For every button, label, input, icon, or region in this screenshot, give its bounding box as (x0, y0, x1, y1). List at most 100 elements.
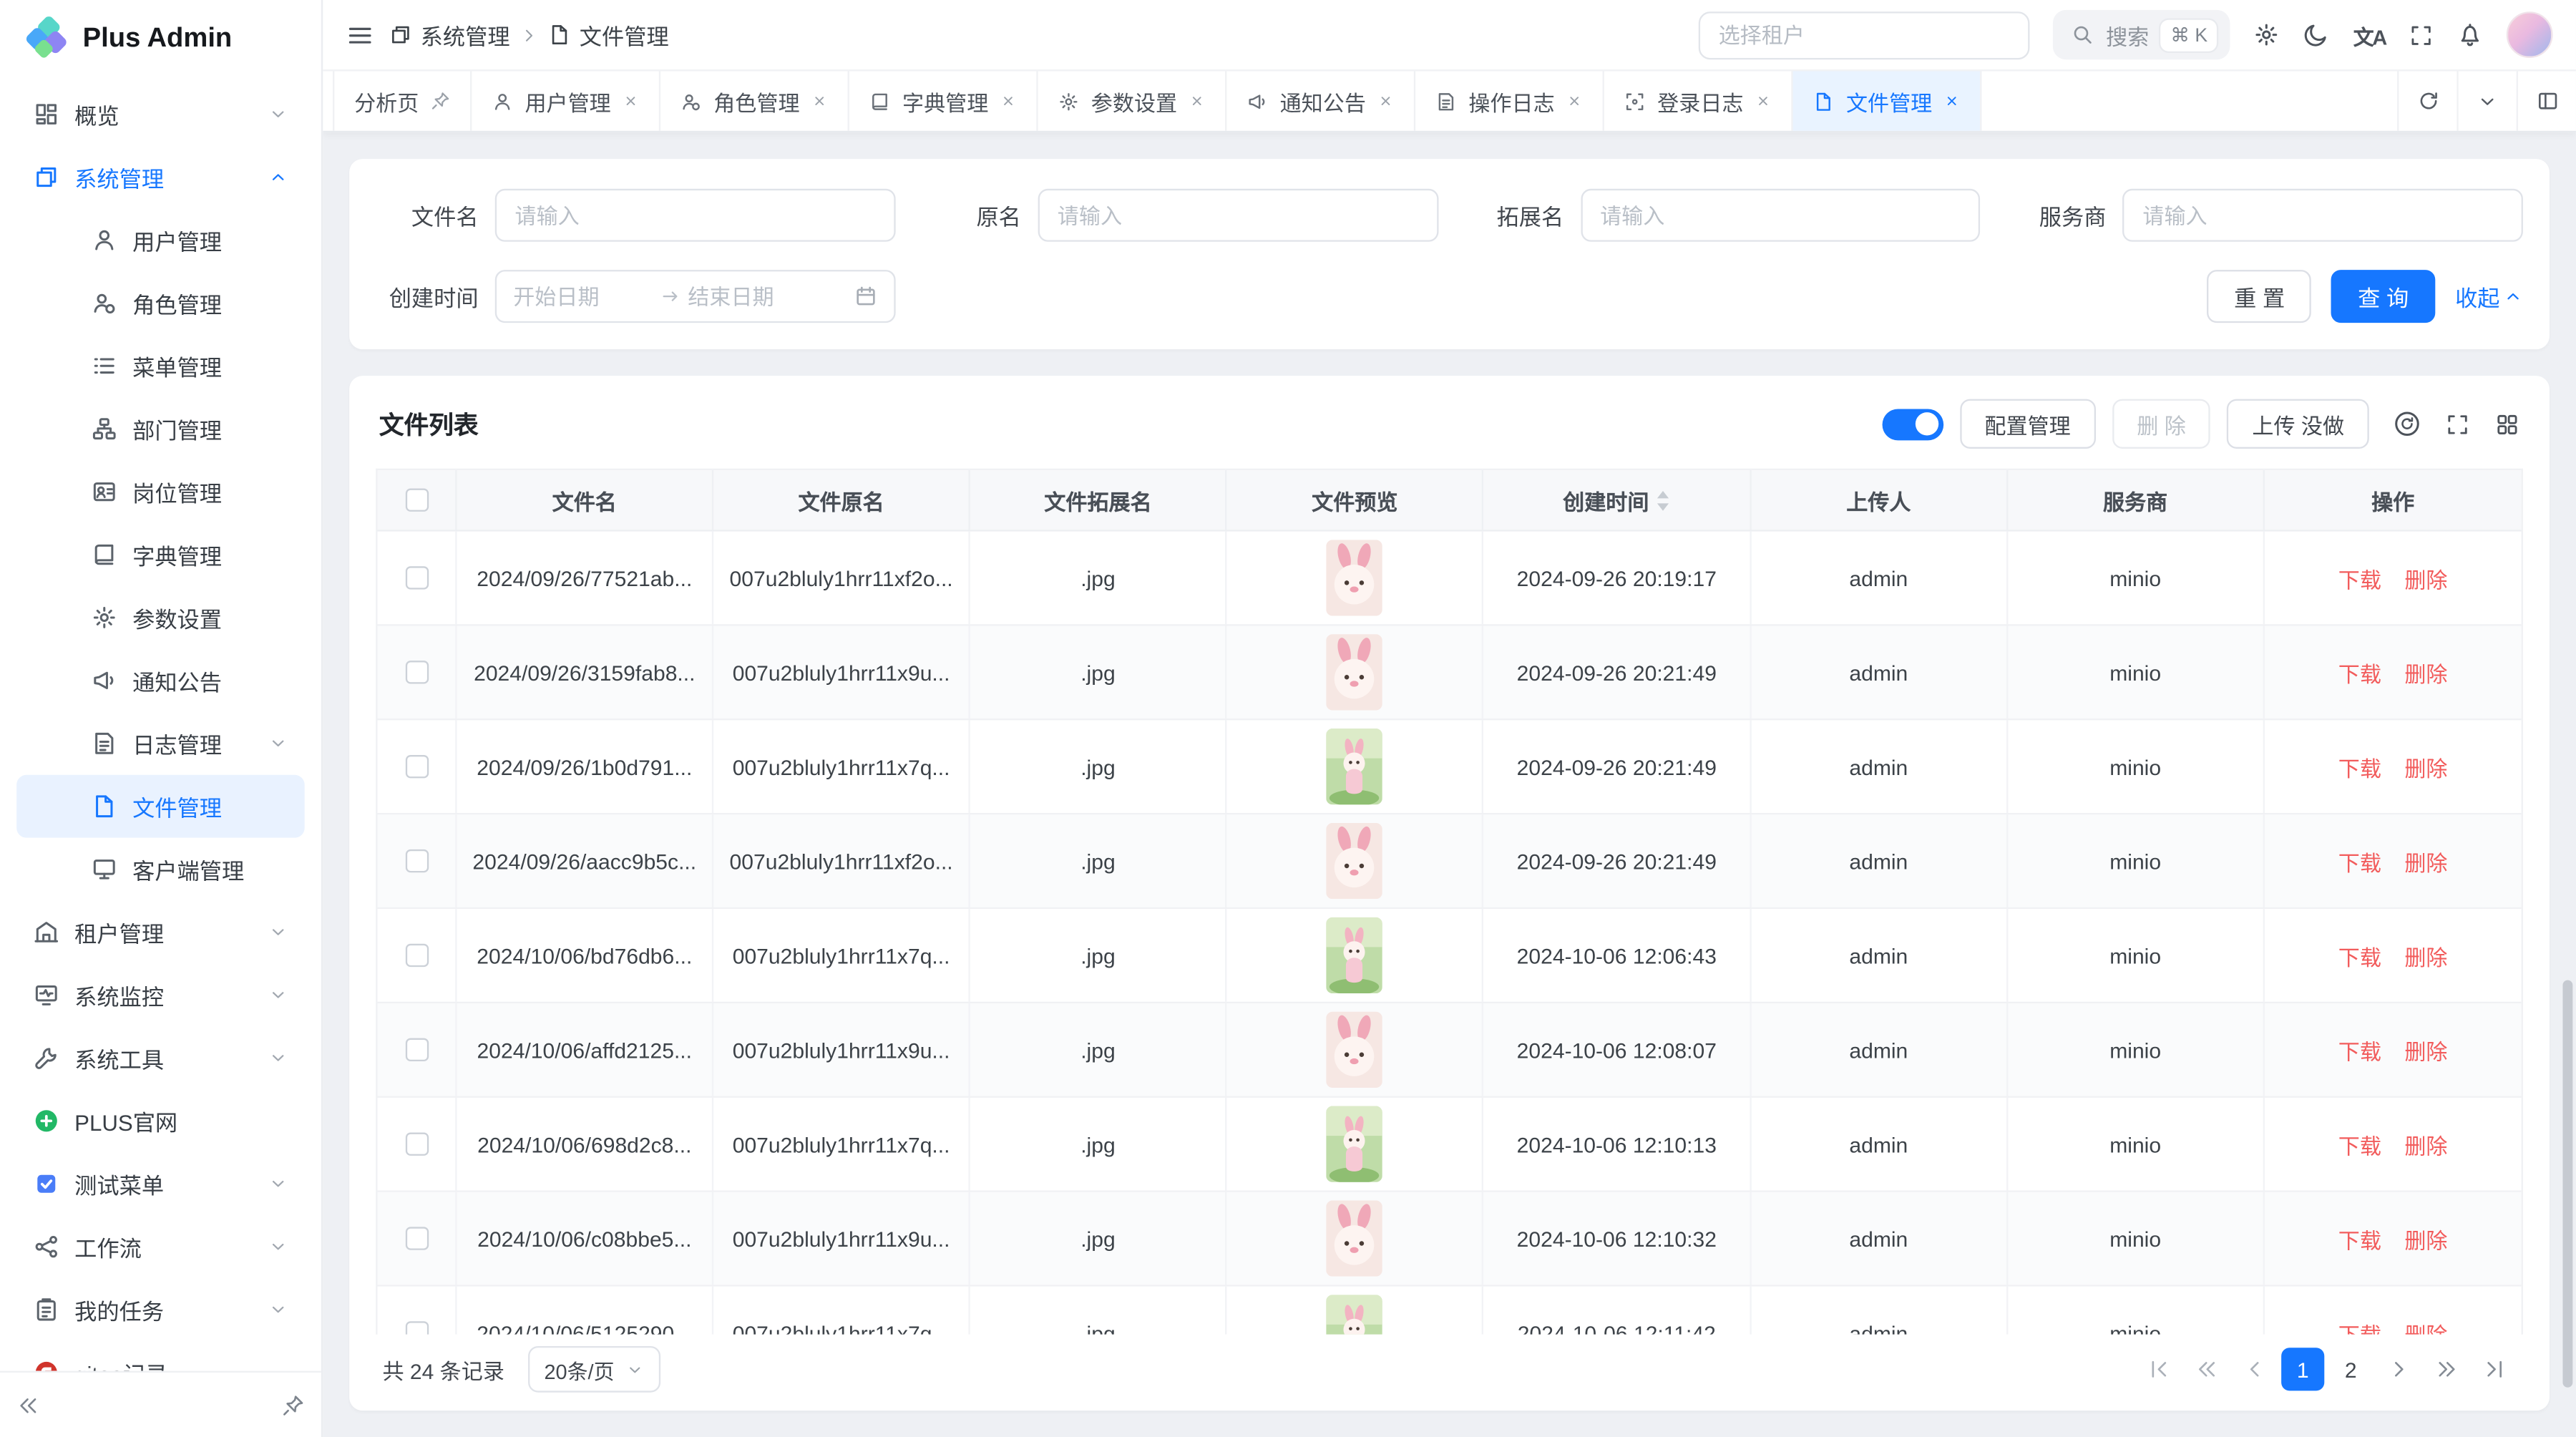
collapse-filter-link[interactable]: 收起 (2455, 280, 2523, 313)
download-link[interactable]: 下载 (2338, 1129, 2381, 1160)
sidebar-item-overview[interactable]: 概览 (16, 83, 305, 146)
delete-button[interactable]: 删 除 (2112, 399, 2211, 449)
filename-input[interactable] (495, 189, 895, 242)
prev-page-button[interactable] (2233, 1348, 2276, 1390)
breadcrumb-root[interactable]: 系统管理 (389, 18, 510, 51)
config-manage-button[interactable]: 配置管理 (1960, 399, 2096, 449)
sidebar-item-monitoring[interactable]: 系统监控 (16, 964, 305, 1027)
sidebar-item-workflow[interactable]: 工作流 (16, 1215, 305, 1278)
reset-button[interactable]: 重 置 (2207, 270, 2311, 323)
layout-panel-icon[interactable] (2517, 71, 2576, 130)
sidebar-item-notices[interactable]: 通知公告 (16, 649, 305, 712)
sidebar-item-departments[interactable]: 部门管理 (16, 397, 305, 460)
row-checkbox[interactable] (405, 566, 428, 589)
row-checkbox[interactable] (405, 755, 428, 778)
tab-roles[interactable]: 角色管理 (660, 71, 849, 130)
sidebar-item-parameters[interactable]: 参数设置 (16, 586, 305, 649)
file-preview-thumbnail[interactable] (1327, 634, 1383, 710)
global-search[interactable]: 搜索 ⌘ K (2053, 10, 2230, 59)
tab-notices[interactable]: 通知公告 (1227, 71, 1416, 130)
close-icon[interactable] (1189, 93, 1205, 109)
sidebar-item-tenants[interactable]: 租户管理 (16, 901, 305, 964)
sidebar-item-plus-site[interactable]: PLUS官网 (16, 1089, 305, 1152)
file-preview-thumbnail[interactable] (1327, 917, 1383, 993)
pin-icon[interactable] (431, 91, 451, 111)
row-checkbox[interactable] (405, 944, 428, 967)
tab-parameters[interactable]: 参数设置 (1038, 71, 1227, 130)
tab-users[interactable]: 用户管理 (472, 71, 660, 130)
file-preview-thumbnail[interactable] (1327, 1200, 1383, 1276)
settings-gear-icon[interactable] (2254, 21, 2280, 48)
fullscreen-icon[interactable] (2445, 411, 2470, 437)
delete-link[interactable]: 删除 (2404, 1317, 2447, 1334)
sidebar-item-test-menu[interactable]: 测试菜单 (16, 1152, 305, 1215)
row-checkbox[interactable] (405, 1321, 428, 1335)
sidebar-pin-button[interactable] (281, 1393, 304, 1416)
delete-link[interactable]: 删除 (2404, 845, 2447, 877)
page-button-2[interactable]: 2 (2329, 1348, 2372, 1390)
row-checkbox[interactable] (405, 1038, 428, 1061)
row-checkbox[interactable] (405, 849, 428, 872)
download-link[interactable]: 下载 (2338, 845, 2381, 877)
file-preview-thumbnail[interactable] (1327, 1295, 1383, 1335)
dark-mode-moon-icon[interactable] (2303, 21, 2330, 48)
delete-link[interactable]: 删除 (2404, 1034, 2447, 1066)
notifications-bell-icon[interactable] (2457, 21, 2483, 48)
tab-dictionary[interactable]: 字典管理 (849, 71, 1038, 130)
delete-link[interactable]: 删除 (2404, 1223, 2447, 1255)
sidebar-item-system[interactable]: 系统管理 (16, 146, 305, 209)
tab-analysis[interactable]: 分析页 (333, 71, 472, 130)
refresh-icon[interactable] (2394, 411, 2420, 437)
close-icon[interactable] (1000, 93, 1017, 109)
close-icon[interactable] (1377, 93, 1394, 109)
config-toggle-switch[interactable] (1882, 408, 1943, 439)
download-link[interactable]: 下载 (2338, 751, 2381, 782)
provider-input[interactable] (2123, 189, 2523, 242)
tab-files[interactable]: 文件管理 (1793, 71, 1982, 130)
query-button[interactable]: 查 询 (2331, 270, 2435, 323)
next-page-button[interactable] (2377, 1348, 2420, 1390)
hamburger-menu-icon[interactable] (346, 21, 374, 49)
close-icon[interactable] (623, 93, 639, 109)
sidebar-item-users[interactable]: 用户管理 (16, 209, 305, 272)
delete-link[interactable]: 删除 (2404, 562, 2447, 593)
breadcrumb-current[interactable]: 文件管理 (548, 18, 669, 51)
tab-actions-chevron-down-icon[interactable] (2457, 71, 2516, 130)
logo[interactable]: Plus Admin (0, 0, 321, 76)
user-avatar[interactable] (2507, 11, 2553, 58)
delete-link[interactable]: 删除 (2404, 940, 2447, 971)
page-size-select[interactable]: 20条/页 (527, 1346, 660, 1393)
tab-operation-log[interactable]: 操作日志 (1415, 71, 1604, 130)
page-button-1[interactable]: 1 (2281, 1348, 2324, 1390)
sidebar-collapse-button[interactable] (16, 1393, 39, 1416)
sidebar-item-clients[interactable]: 客户端管理 (16, 838, 305, 901)
extension-input[interactable] (1580, 189, 1980, 242)
sidebar-item-tools[interactable]: 系统工具 (16, 1026, 305, 1089)
sidebar-item-menus[interactable]: 菜单管理 (16, 334, 305, 397)
start-date-input[interactable] (513, 284, 651, 309)
select-all-checkbox[interactable] (405, 489, 428, 512)
file-preview-thumbnail[interactable] (1327, 823, 1383, 899)
row-checkbox[interactable] (405, 1133, 428, 1156)
translate-icon[interactable]: 文A (2353, 19, 2386, 51)
refresh-icon[interactable] (2397, 71, 2457, 130)
sidebar-item-gitee[interactable]: gitee记录 (16, 1341, 305, 1371)
sort-carets-icon[interactable] (1656, 489, 1671, 511)
page-scrollbar[interactable] (2562, 980, 2572, 1388)
close-icon[interactable] (1943, 93, 1960, 109)
column-settings-grid-icon[interactable] (2495, 411, 2520, 437)
last-page-button[interactable] (2474, 1348, 2517, 1390)
row-checkbox[interactable] (405, 661, 428, 683)
fullscreen-icon[interactable] (2409, 22, 2434, 47)
next-group-button[interactable] (2425, 1348, 2468, 1390)
close-icon[interactable] (1755, 93, 1772, 109)
sidebar-item-my-tasks[interactable]: 我的任务 (16, 1278, 305, 1341)
download-link[interactable]: 下载 (2338, 656, 2381, 688)
file-preview-thumbnail[interactable] (1327, 540, 1383, 615)
column-header-created-time[interactable]: 创建时间 (1484, 470, 1751, 530)
original-name-input[interactable] (1038, 189, 1438, 242)
upload-button[interactable]: 上传 没做 (2228, 399, 2369, 449)
tab-login-log[interactable]: 登录日志 (1604, 71, 1793, 130)
close-icon[interactable] (1566, 93, 1583, 109)
date-range-picker[interactable] (495, 270, 895, 323)
